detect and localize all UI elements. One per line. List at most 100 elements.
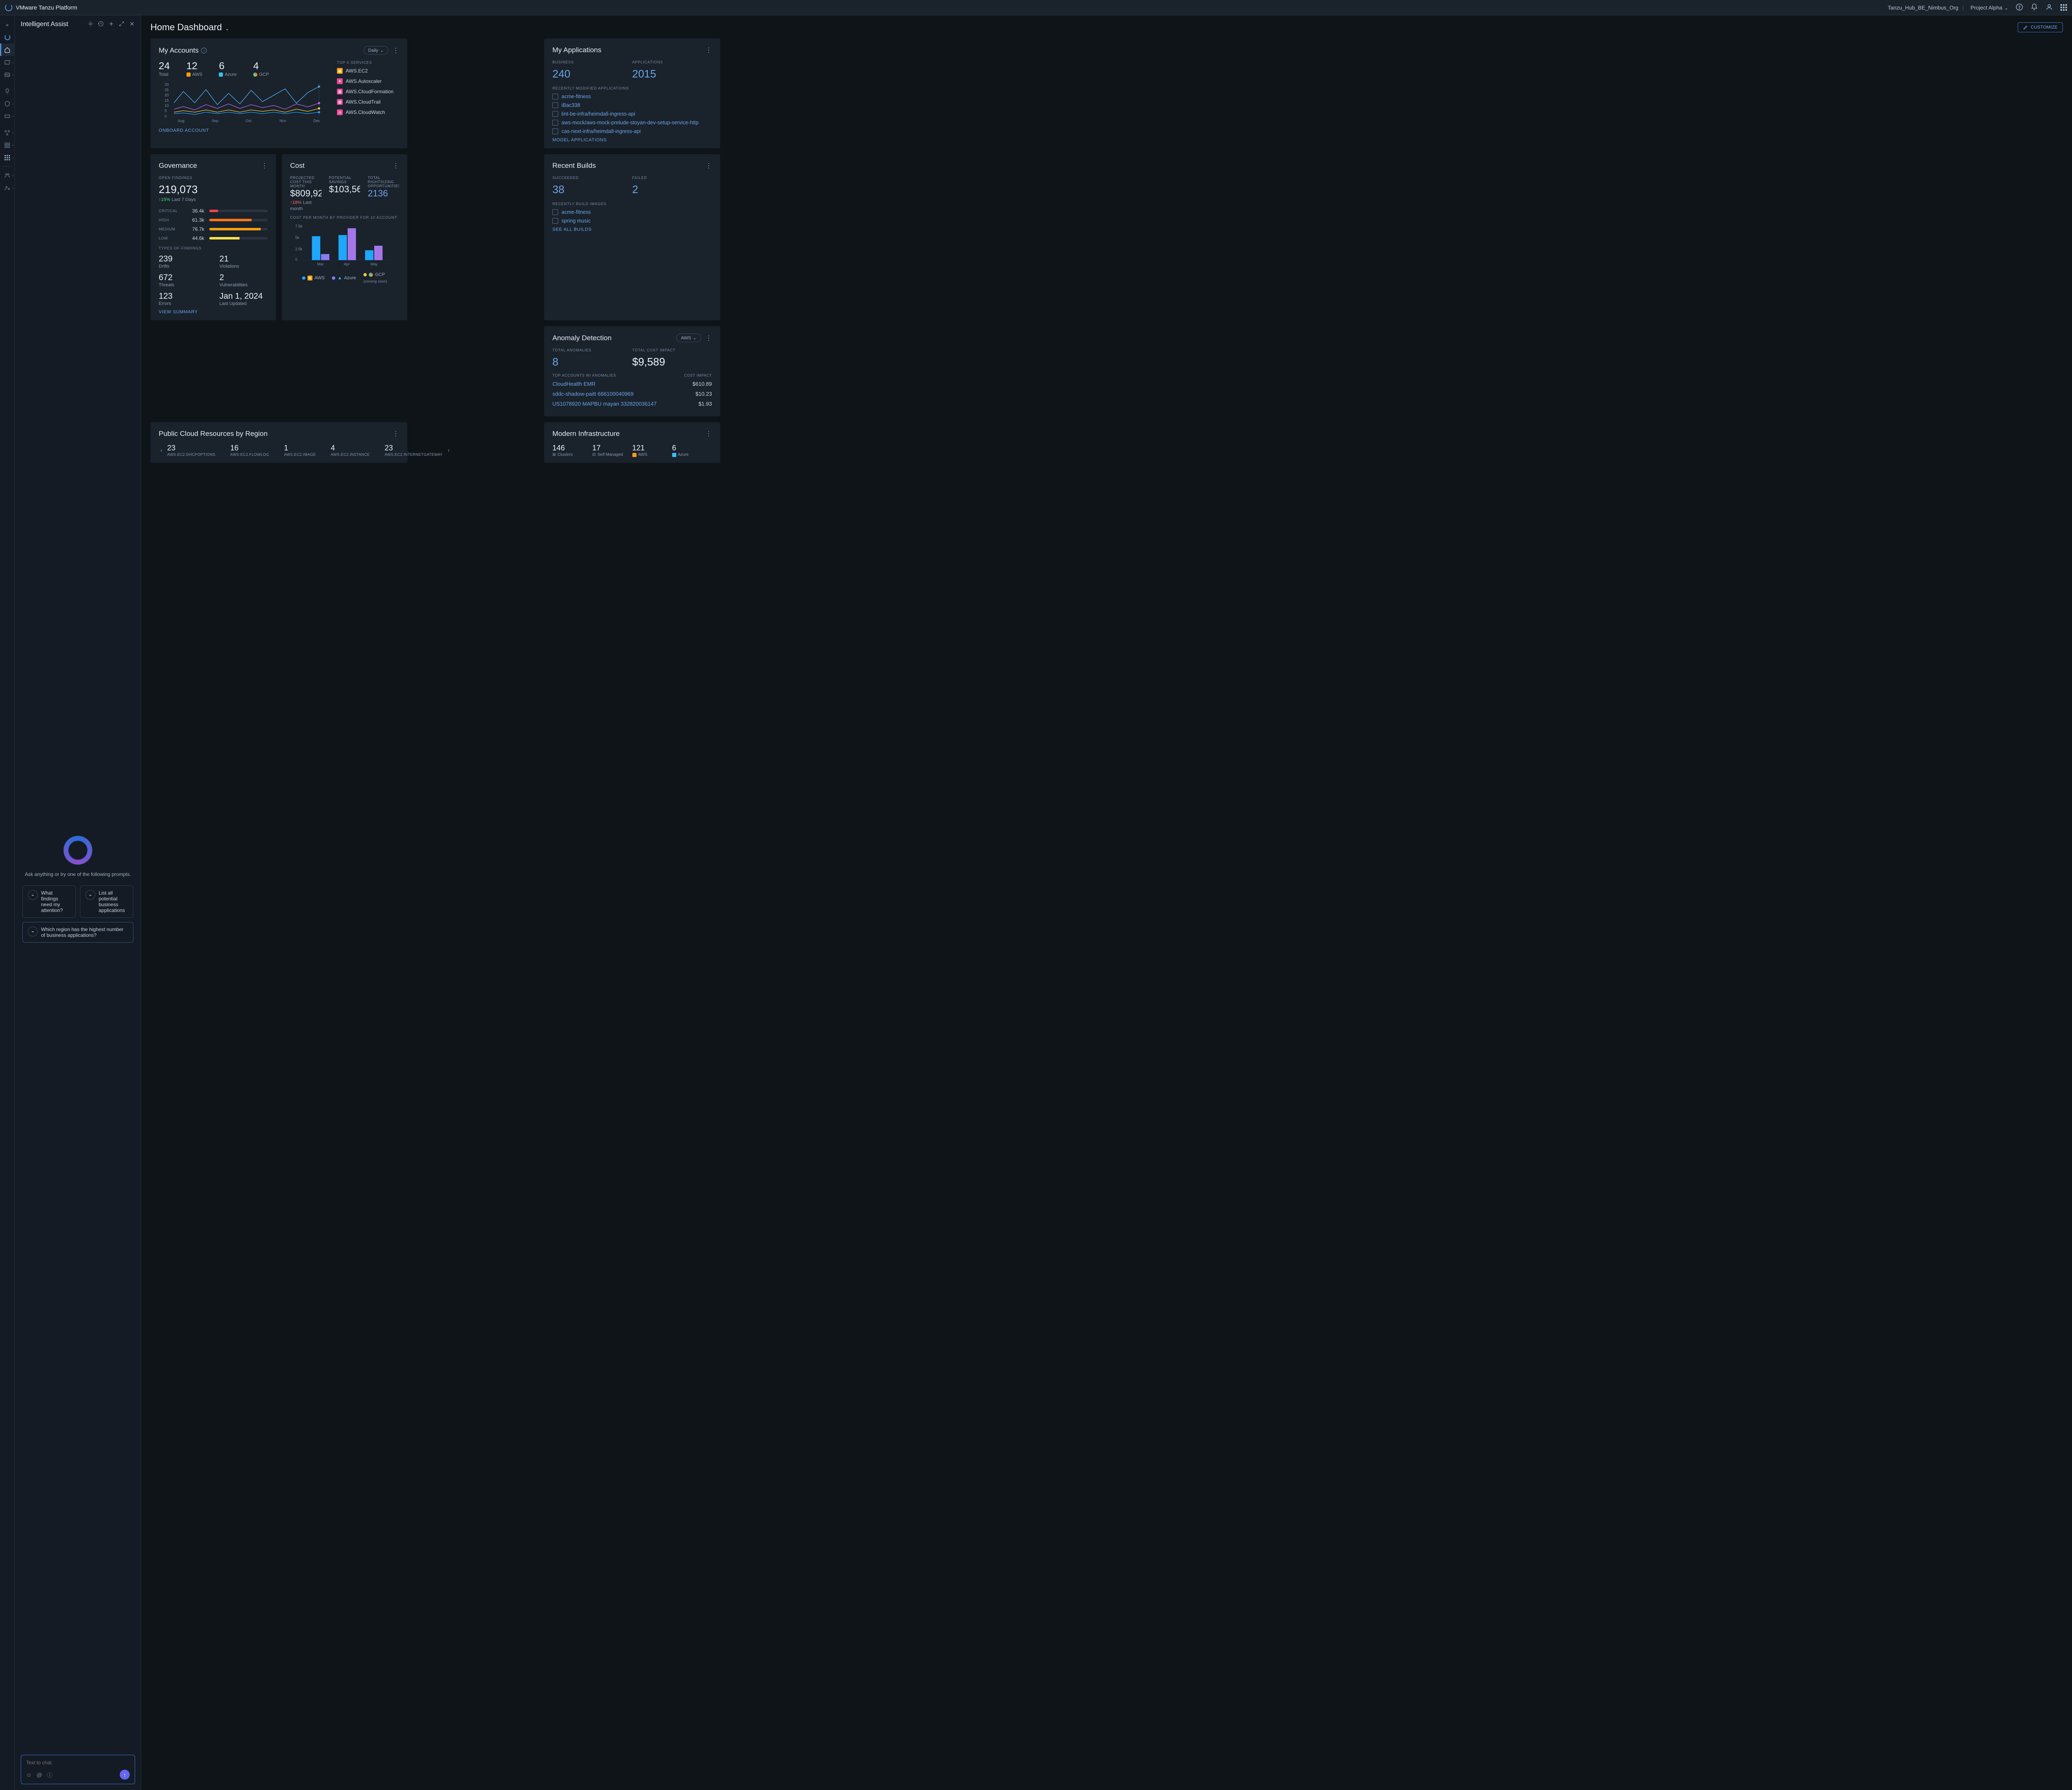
apps-title: My Applications: [552, 46, 601, 54]
user-icon[interactable]: [2045, 3, 2053, 12]
rail-insights[interactable]: [0, 85, 15, 97]
project-selector[interactable]: Project Alpha: [1970, 5, 2008, 11]
anomaly-row[interactable]: CloudHealth EMR$610.89: [552, 381, 712, 387]
app-link[interactable]: iBac338: [552, 102, 712, 108]
help-icon[interactable]: [2016, 3, 2023, 12]
chat-icon: ⌁: [28, 890, 38, 900]
card-menu[interactable]: ⋮: [705, 46, 712, 54]
anomaly-row[interactable]: sddc-shadow-paitt 666100040969$10.23: [552, 391, 712, 397]
card-menu[interactable]: ⋮: [705, 162, 712, 170]
emoji-icon[interactable]: ☺: [26, 1772, 31, 1778]
add-icon[interactable]: [108, 21, 114, 28]
service-item[interactable]: ▦AWS.EC2: [337, 68, 399, 74]
view-summary-link[interactable]: VIEW SUMMARY: [159, 310, 268, 314]
page-title[interactable]: Home Dashboard: [150, 22, 229, 33]
rail-home[interactable]: [0, 44, 15, 56]
service-item[interactable]: ▦AWS.CloudFormation: [337, 89, 399, 94]
card-menu[interactable]: ⋮: [705, 430, 712, 438]
card-menu[interactable]: ⋮: [392, 430, 399, 438]
prompt-text: What findings need my attention?: [41, 890, 70, 913]
platform-logo[interactable]: VMware Tanzu Platform: [5, 4, 77, 11]
rail-users[interactable]: ›: [0, 169, 15, 181]
mention-icon[interactable]: @: [36, 1772, 42, 1778]
rail-apps[interactable]: ›: [0, 151, 15, 164]
cost-impact: $9,589: [632, 356, 712, 368]
settings-icon[interactable]: [87, 21, 94, 28]
region-stat[interactable]: 23AWS.EC2.INTERNETGATEWAY: [385, 444, 443, 457]
svg-text:Mar: Mar: [317, 262, 324, 266]
card-menu[interactable]: ⋮: [705, 334, 712, 342]
expand-icon[interactable]: [119, 21, 125, 28]
region-stat[interactable]: 4AWS.EC2.INSTANCE: [331, 444, 370, 457]
succeeded-count: 38: [552, 183, 632, 196]
send-button[interactable]: ↑: [120, 1770, 130, 1780]
region-stat[interactable]: 23AWS.EC2.DHCPOPTIONS: [167, 444, 215, 457]
rail-nodes[interactable]: ›: [0, 126, 15, 139]
svg-text:Apr: Apr: [344, 262, 350, 266]
org-name[interactable]: Tanzu_Hub_BE_Nimbus_Org: [1888, 5, 1958, 11]
region-stat[interactable]: 16AWS.EC2.FLOWLOG: [230, 444, 269, 457]
logo-icon: [5, 4, 12, 11]
card-menu[interactable]: ⋮: [392, 162, 399, 170]
service-item[interactable]: ✦AWS.Autoscaler: [337, 78, 399, 84]
rail-settings-users[interactable]: ›: [0, 181, 15, 194]
accounts-title: My Accounts: [159, 46, 198, 55]
rail-grid[interactable]: ›: [0, 139, 15, 151]
svg-text:Dec: Dec: [313, 119, 320, 123]
app-link[interactable]: aws-mock/aws-mock-prelude-stoyan-dev-set…: [552, 120, 712, 126]
app-link[interactable]: lint-be-infra/heimdall-ingress-api: [552, 111, 712, 117]
cost-bar-chart: 7.5k 5k 2.5k 0 Mar Apr May: [290, 223, 399, 270]
rail-security[interactable]: ›: [0, 97, 15, 110]
rail-assist[interactable]: [0, 31, 15, 44]
main-content: Home Dashboard CUSTOMIZE My Accounts i: [141, 15, 2072, 1790]
notifications-icon[interactable]: [2031, 3, 2038, 12]
close-icon[interactable]: [129, 21, 135, 28]
service-item[interactable]: ▦AWS.CloudTrail: [337, 99, 399, 105]
customize-button[interactable]: CUSTOMIZE: [2018, 22, 2063, 32]
prompt-text: List all potential business applications: [99, 890, 128, 913]
svg-text:0: 0: [165, 114, 167, 118]
onboard-account-link[interactable]: ONBOARD ACCOUNT: [159, 128, 329, 133]
svg-text:Nov: Nov: [279, 119, 286, 123]
rail-map[interactable]: ›: [0, 56, 15, 68]
card-menu[interactable]: ⋮: [392, 46, 399, 55]
sidebar-rail: » › › › › › › › › ›: [0, 15, 15, 1790]
card-menu[interactable]: ⋮: [261, 162, 268, 170]
prompt-card-1[interactable]: ⌁ What findings need my attention?: [22, 885, 76, 918]
model-apps-link[interactable]: MODEL APPLICATIONS: [552, 138, 712, 143]
apps-launcher-icon[interactable]: [2060, 4, 2067, 11]
service-item[interactable]: ◎AWS.CloudWatch: [337, 109, 399, 115]
period-selector[interactable]: Daily: [363, 46, 388, 55]
region-prev[interactable]: ‹: [159, 447, 164, 453]
app-link[interactable]: cas-next-infra/heimdall-ingress-api: [552, 128, 712, 134]
anomaly-row[interactable]: US1078920 MAPBU mayan 332820036147$1.93: [552, 401, 712, 407]
svg-text:Aug: Aug: [178, 119, 184, 123]
svg-text:10: 10: [165, 104, 169, 108]
rail-vm[interactable]: ›: [0, 110, 15, 122]
see-all-builds-link[interactable]: SEE ALL BUILDS: [552, 227, 712, 232]
azure-val: 6: [219, 60, 237, 72]
rail-images[interactable]: ›: [0, 68, 15, 81]
build-link[interactable]: spring music: [552, 218, 712, 224]
info-icon[interactable]: i: [201, 48, 207, 53]
assist-title: Intelligent Assist: [21, 21, 68, 28]
assist-subtitle: Ask anything or try one of the following…: [25, 871, 131, 877]
project-label: Project Alpha: [1970, 5, 2002, 11]
history-icon[interactable]: [98, 21, 104, 28]
chat-box: ☺ @ ⓘ ↑: [21, 1755, 135, 1784]
region-next[interactable]: ›: [446, 447, 451, 453]
card-my-applications: My Applications ⋮ BUSINESS240 APPLICATIO…: [544, 39, 720, 148]
chevron-down-icon: [2004, 5, 2008, 11]
app-link[interactable]: acme-fitness: [552, 94, 712, 99]
prompt-card-3[interactable]: ⌁ Which region has the highest number of…: [22, 922, 133, 943]
region-stat[interactable]: 1AWS.EC2.IMAGE: [284, 444, 316, 457]
total-val: 24: [159, 60, 170, 72]
build-link[interactable]: acme-fitness: [552, 209, 712, 215]
info-icon[interactable]: ⓘ: [47, 1771, 52, 1779]
svg-text:2.5k: 2.5k: [295, 247, 303, 251]
anomaly-filter[interactable]: AWS: [676, 334, 701, 342]
rail-expand[interactable]: »: [0, 19, 15, 31]
prompt-card-2[interactable]: ⌁ List all potential business applicatio…: [80, 885, 133, 918]
total-anomalies: 8: [552, 356, 632, 368]
chat-input[interactable]: [26, 1760, 130, 1766]
